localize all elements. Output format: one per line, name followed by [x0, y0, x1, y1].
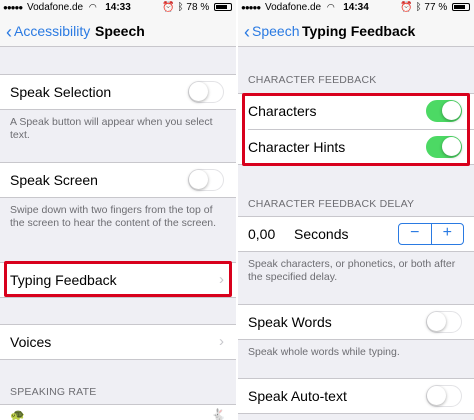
status-bar: ●●●●● Vodafone.de ◠ 14:33 ⏰ ᛒ 78 % [0, 0, 236, 16]
back-button-label: Speech [252, 23, 300, 39]
back-button[interactable]: ‹ Speech [244, 22, 299, 43]
delay-stepper: − + [398, 223, 464, 245]
speak-selection-footer: A Speak button will appear when you sele… [10, 116, 213, 141]
speaking-rate-row: 🐢 🐇 [0, 404, 236, 420]
speak-selection-label: Speak Selection [10, 84, 112, 100]
character-feedback-highlight [242, 93, 470, 166]
delay-row: 0,00 Seconds − + [238, 216, 474, 252]
page-title: Speech [95, 23, 145, 39]
battery-icon [452, 3, 470, 11]
back-button-label: Accessibility [14, 23, 91, 39]
speak-screen-footer: Swipe down with two fingers from the top… [10, 204, 217, 229]
character-feedback-header: CHARACTER FEEDBACK [248, 74, 377, 86]
chevron-right-icon: › [219, 333, 224, 350]
speak-autotext-label: Speak Auto-text [248, 388, 347, 404]
delay-unit: Seconds [294, 226, 349, 242]
battery-percent: 77 % [424, 2, 448, 13]
speak-screen-toggle[interactable] [188, 169, 224, 191]
navigation-bar: ‹ Accessibility Speech [0, 16, 236, 47]
page-title: Typing Feedback [302, 23, 416, 39]
chevron-left-icon: ‹ [6, 22, 12, 42]
speak-selection-row: Speak Selection [0, 74, 236, 110]
bluetooth-icon: ᛒ [415, 2, 422, 13]
speak-screen-row: Speak Screen [0, 162, 236, 198]
alarm-icon: ⏰ [400, 2, 413, 13]
speak-autotext-row: Speak Auto-text [238, 378, 474, 414]
battery-icon [214, 3, 232, 11]
navigation-bar: ‹ Speech Typing Feedback [238, 16, 474, 47]
voices-label: Voices [10, 334, 52, 350]
speak-words-label: Speak Words [248, 314, 332, 330]
speak-screen-label: Speak Screen [10, 172, 98, 188]
delay-value: 0,00 [248, 226, 276, 242]
delay-header: CHARACTER FEEDBACK DELAY [248, 198, 415, 210]
status-bar: ●●●●● Vodafone.de ◠ 14:34 ⏰ ᛒ 77 % [238, 0, 474, 16]
speak-autotext-toggle[interactable] [426, 385, 462, 407]
speech-screen: ●●●●● Vodafone.de ◠ 14:33 ⏰ ᛒ 78 % ‹ Acce… [0, 0, 236, 420]
back-button[interactable]: ‹ Accessibility [6, 22, 90, 43]
battery-percent: 78 % [186, 2, 210, 13]
typing-feedback-screen: ●●●●● Vodafone.de ◠ 14:34 ⏰ ᛒ 77 % ‹ Spee… [238, 0, 474, 420]
delay-footer: Speak characters, or phonetics, or both … [248, 258, 456, 283]
alarm-icon: ⏰ [162, 2, 175, 13]
decrement-button[interactable]: − [399, 224, 431, 244]
typing-feedback-highlight [4, 261, 232, 297]
rabbit-icon: 🐇 [211, 408, 226, 420]
voices-row[interactable]: Voices › [0, 324, 236, 360]
turtle-icon: 🐢 [10, 408, 25, 420]
chevron-left-icon: ‹ [244, 22, 250, 42]
speak-selection-toggle[interactable] [188, 81, 224, 103]
speak-words-toggle[interactable] [426, 311, 462, 333]
speak-words-row: Speak Words [238, 304, 474, 340]
bluetooth-icon: ᛒ [177, 2, 184, 13]
speak-words-footer: Speak whole words while typing. [248, 346, 400, 358]
speaking-rate-header: SPEAKING RATE [10, 386, 97, 398]
increment-button[interactable]: + [430, 224, 464, 244]
